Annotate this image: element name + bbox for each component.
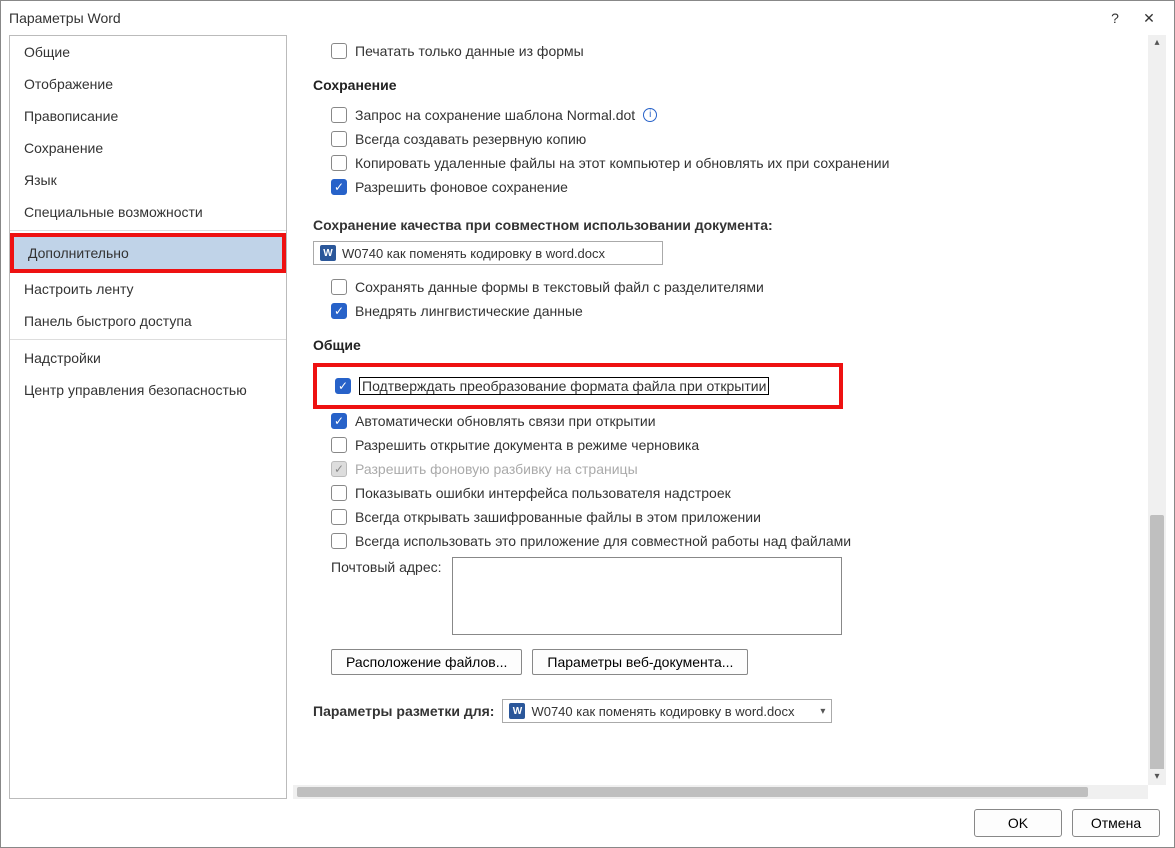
- label-backup: Всегда создавать резервную копию: [355, 131, 586, 147]
- label-encrypted: Всегда открывать зашифрованные файлы в э…: [355, 509, 761, 525]
- dialog-footer: OK Отмена: [1, 799, 1174, 847]
- row-confirm-conv: Подтверждать преобразование формата файл…: [335, 373, 831, 399]
- dialog-body: Общие Отображение Правописание Сохранени…: [9, 35, 1166, 799]
- cancel-button[interactable]: Отмена: [1072, 809, 1160, 837]
- content-wrap: Печатать только данные из формы Сохранен…: [293, 35, 1166, 799]
- label-auto-links: Автоматически обновлять связи при открыт…: [355, 413, 656, 429]
- dialog-title: Параметры Word: [9, 10, 121, 26]
- highlight-confirm-conversion: Подтверждать преобразование формата файл…: [313, 363, 843, 409]
- chevron-down-icon: ▾: [820, 706, 825, 717]
- horizontal-scrollbar[interactable]: [293, 785, 1148, 799]
- section-share-title: Сохранение качества при совместном испол…: [313, 217, 773, 233]
- vertical-scrollbar[interactable]: ▴ ▾: [1148, 35, 1166, 785]
- row-draft: Разрешить открытие документа в режиме че…: [313, 433, 1128, 457]
- category-sidebar: Общие Отображение Правописание Сохранени…: [9, 35, 287, 799]
- row-coauth: Всегда использовать это приложение для с…: [313, 529, 1128, 553]
- checkbox-addin-errors[interactable]: [331, 485, 347, 501]
- row-ling: Внедрять лингвистические данные: [313, 299, 1128, 323]
- sidebar-item-qat[interactable]: Панель быстрого доступа: [10, 305, 286, 337]
- label-draft: Разрешить открытие документа в режиме че…: [355, 437, 699, 453]
- label-print-form-only: Печатать только данные из формы: [355, 43, 584, 59]
- checkbox-draft[interactable]: [331, 437, 347, 453]
- checkbox-confirm-conv[interactable]: [335, 378, 351, 394]
- sidebar-item-addins[interactable]: Надстройки: [10, 342, 286, 374]
- layout-doc-dropdown[interactable]: W W0740 как поменять кодировку в word.do…: [502, 699, 832, 723]
- checkbox-bg-pagination: [331, 461, 347, 477]
- sidebar-item-general[interactable]: Общие: [10, 36, 286, 68]
- row-form-text: Сохранять данные формы в текстовый файл …: [313, 275, 1128, 299]
- label-bg-save: Разрешить фоновое сохранение: [355, 179, 568, 195]
- sidebar-item-proofing[interactable]: Правописание: [10, 100, 286, 132]
- info-icon[interactable]: i: [643, 108, 657, 122]
- section-share-quality: Сохранение качества при совместном испол…: [313, 217, 1128, 265]
- checkbox-bg-save[interactable]: [331, 179, 347, 195]
- label-copy-remote: Копировать удаленные файлы на этот компь…: [355, 155, 889, 171]
- checkbox-coauth[interactable]: [331, 533, 347, 549]
- checkbox-prompt-normal[interactable]: [331, 107, 347, 123]
- row-print-form-only: Печатать только данные из формы: [313, 39, 1128, 63]
- label-prompt-normal: Запрос на сохранение шаблона Normal.dot: [355, 107, 635, 123]
- checkbox-ling[interactable]: [331, 303, 347, 319]
- label-confirm-conv: Подтверждать преобразование формата файл…: [359, 377, 769, 395]
- scroll-arrow-down-icon[interactable]: ▾: [1148, 769, 1166, 785]
- vertical-scroll-thumb[interactable]: [1150, 515, 1164, 775]
- label-coauth: Всегда использовать это приложение для с…: [355, 533, 851, 549]
- section-layout-title: Параметры разметки для:: [313, 703, 494, 719]
- checkbox-backup[interactable]: [331, 131, 347, 147]
- checkbox-auto-links[interactable]: [331, 413, 347, 429]
- mail-address-textarea[interactable]: [452, 557, 842, 635]
- word-doc-icon: W: [320, 245, 336, 261]
- word-doc-icon: W: [509, 703, 525, 719]
- ok-button[interactable]: OK: [974, 809, 1062, 837]
- row-bg-save: Разрешить фоновое сохранение: [313, 175, 1128, 199]
- sidebar-item-save[interactable]: Сохранение: [10, 132, 286, 164]
- label-form-text: Сохранять данные формы в текстовый файл …: [355, 279, 764, 295]
- checkbox-encrypted[interactable]: [331, 509, 347, 525]
- file-locations-button[interactable]: Расположение файлов...: [331, 649, 522, 675]
- row-auto-links: Автоматически обновлять связи при открыт…: [313, 409, 1128, 433]
- title-bar: Параметры Word ? ✕: [1, 1, 1174, 35]
- close-button[interactable]: ✕: [1132, 10, 1166, 27]
- share-doc-name: W0740 как поменять кодировку в word.docx: [342, 246, 656, 261]
- row-encrypted: Всегда открывать зашифрованные файлы в э…: [313, 505, 1128, 529]
- row-layout-for: Параметры разметки для: W W0740 как поме…: [313, 699, 1128, 723]
- sidebar-item-language[interactable]: Язык: [10, 164, 286, 196]
- sidebar-item-advanced[interactable]: Дополнительно: [14, 237, 282, 269]
- section-general: Общие: [313, 337, 1128, 353]
- checkbox-print-form-only[interactable]: [331, 43, 347, 59]
- web-options-button[interactable]: Параметры веб-документа...: [532, 649, 748, 675]
- layout-doc-name: W0740 как поменять кодировку в word.docx: [531, 704, 814, 719]
- label-addin-errors: Показывать ошибки интерфейса пользовател…: [355, 485, 731, 501]
- sidebar-item-customize-ribbon[interactable]: Настроить ленту: [10, 273, 286, 305]
- label-bg-pagination: Разрешить фоновую разбивку на страницы: [355, 461, 638, 477]
- options-content: Печатать только данные из формы Сохранен…: [293, 35, 1148, 785]
- scroll-arrow-up-icon[interactable]: ▴: [1148, 35, 1166, 51]
- help-button[interactable]: ?: [1098, 10, 1132, 26]
- row-copy-remote: Копировать удаленные файлы на этот компь…: [313, 151, 1128, 175]
- highlight-advanced: Дополнительно: [10, 233, 286, 273]
- label-mail: Почтовый адрес:: [331, 557, 442, 575]
- sidebar-item-trust-center[interactable]: Центр управления безопасностью: [10, 374, 286, 406]
- share-doc-dropdown[interactable]: W W0740 как поменять кодировку в word.do…: [313, 241, 663, 265]
- row-backup: Всегда создавать резервную копию: [313, 127, 1128, 151]
- row-bg-pagination: Разрешить фоновую разбивку на страницы: [313, 457, 1128, 481]
- checkbox-copy-remote[interactable]: [331, 155, 347, 171]
- row-prompt-normal: Запрос на сохранение шаблона Normal.dot …: [313, 103, 1128, 127]
- row-addin-errors: Показывать ошибки интерфейса пользовател…: [313, 481, 1128, 505]
- label-ling: Внедрять лингвистические данные: [355, 303, 583, 319]
- row-general-buttons: Расположение файлов... Параметры веб-док…: [313, 639, 1128, 685]
- checkbox-form-text[interactable]: [331, 279, 347, 295]
- sidebar-item-accessibility[interactable]: Специальные возможности: [10, 196, 286, 228]
- section-save: Сохранение: [313, 77, 1128, 93]
- row-mail-address: Почтовый адрес:: [313, 553, 1128, 639]
- sidebar-item-display[interactable]: Отображение: [10, 68, 286, 100]
- horizontal-scroll-thumb[interactable]: [297, 787, 1088, 797]
